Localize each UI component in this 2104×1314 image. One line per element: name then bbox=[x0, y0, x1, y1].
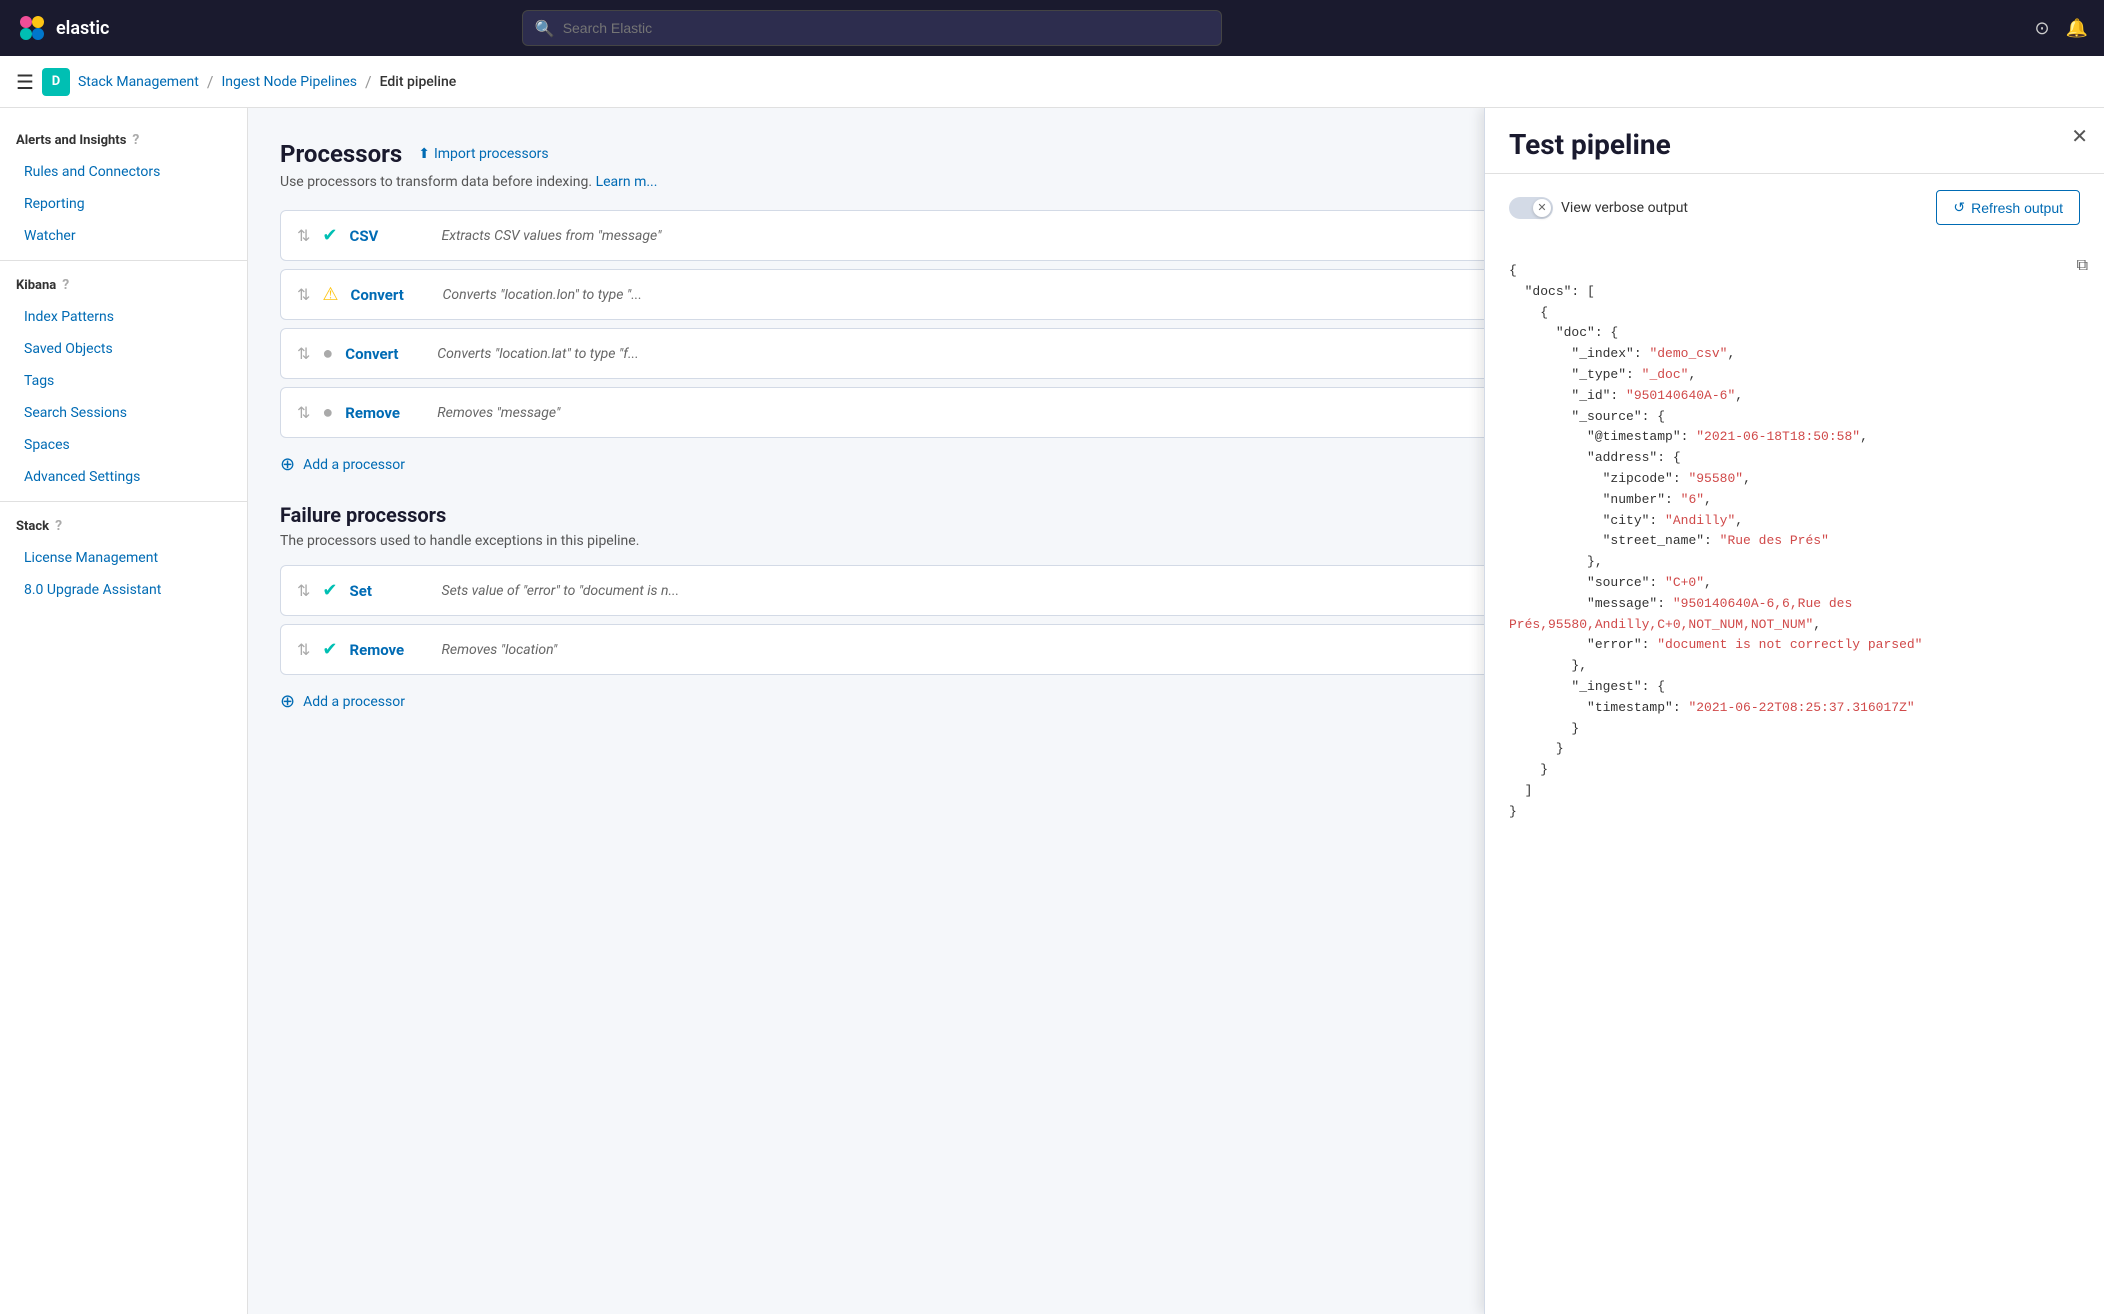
test-panel: ✕ Test pipeline ✕ View verbose output ↺ … bbox=[1484, 108, 2104, 1314]
sidebar-item-index-patterns[interactable]: Index Patterns bbox=[0, 301, 247, 333]
processor-desc-convert-1: Converts "location.lon" to type "... bbox=[443, 287, 642, 303]
main-content: Processors ⬆ Import processors Use proce… bbox=[248, 108, 2104, 1314]
sidebar: Alerts and Insights ? Rules and Connecto… bbox=[0, 108, 248, 1314]
add-icon: ⊕ bbox=[280, 454, 295, 475]
copy-button[interactable]: ⧉ bbox=[2077, 257, 2088, 275]
sidebar-item-spaces[interactable]: Spaces bbox=[0, 429, 247, 461]
drag-handle[interactable]: ⇅ bbox=[297, 226, 310, 245]
processor-name-convert-1[interactable]: Convert bbox=[351, 286, 431, 304]
sidebar-divider-2 bbox=[0, 501, 247, 502]
sidebar-section-alerts: Alerts and Insights ? Rules and Connecto… bbox=[0, 124, 247, 252]
sidebar-section-kibana: Kibana ? Index Patterns Saved Objects Ta… bbox=[0, 269, 247, 493]
nav-right: ⊙ 🔔 bbox=[2034, 18, 2088, 39]
close-panel-button[interactable]: ✕ bbox=[2071, 124, 2088, 149]
sidebar-section-stack: Stack ? License Management 8.0 Upgrade A… bbox=[0, 510, 247, 606]
processor-name-convert-2[interactable]: Convert bbox=[345, 345, 425, 363]
code-panel[interactable]: ⧉ { "docs": [ { "doc": { "_index": "demo… bbox=[1485, 241, 2104, 1314]
import-processors-link[interactable]: ⬆ Import processors bbox=[418, 146, 548, 162]
breadcrumb-stack-management[interactable]: Stack Management bbox=[78, 74, 199, 90]
toggle-x-icon: ✕ bbox=[1533, 199, 1551, 217]
breadcrumb-ingest-pipelines[interactable]: Ingest Node Pipelines bbox=[221, 74, 357, 90]
test-panel-header: Test pipeline bbox=[1485, 108, 2104, 174]
drag-handle[interactable]: ⇅ bbox=[297, 640, 310, 659]
sidebar-section-title-stack: Stack ? bbox=[0, 510, 247, 542]
sidebar-item-reporting[interactable]: Reporting bbox=[0, 188, 247, 220]
logo-text: elastic bbox=[56, 18, 109, 39]
processor-name-remove-location[interactable]: Remove bbox=[350, 641, 430, 659]
processor-name-remove[interactable]: Remove bbox=[345, 404, 425, 422]
processor-desc-remove: Removes "message" bbox=[437, 405, 560, 421]
verbose-toggle: ✕ View verbose output bbox=[1509, 197, 1688, 219]
add-icon-2: ⊕ bbox=[280, 691, 295, 712]
sidebar-item-saved-objects[interactable]: Saved Objects bbox=[0, 333, 247, 365]
sidebar-item-search-sessions[interactable]: Search Sessions bbox=[0, 397, 247, 429]
drag-handle[interactable]: ⇅ bbox=[297, 344, 310, 363]
breadcrumb-current: Edit pipeline bbox=[380, 74, 457, 90]
hamburger-menu[interactable]: ☰ bbox=[16, 70, 34, 94]
status-icon-success-set: ✔ bbox=[322, 580, 337, 601]
avatar[interactable]: D bbox=[42, 68, 70, 96]
refresh-icon: ↺ bbox=[1953, 199, 1965, 216]
stack-help-icon[interactable]: ? bbox=[55, 518, 62, 534]
learn-more-link[interactable]: Learn m... bbox=[596, 174, 658, 190]
sidebar-item-license[interactable]: License Management bbox=[0, 542, 247, 574]
status-icon-neutral-2: ● bbox=[322, 402, 333, 423]
status-icon-success-remove: ✔ bbox=[322, 639, 337, 660]
sidebar-item-rules[interactable]: Rules and Connectors bbox=[0, 156, 247, 188]
notifications-icon[interactable]: 🔔 bbox=[2066, 18, 2088, 39]
test-panel-title: Test pipeline bbox=[1509, 128, 2080, 161]
search-bar[interactable]: 🔍 bbox=[522, 10, 1222, 46]
sidebar-item-advanced-settings[interactable]: Advanced Settings bbox=[0, 461, 247, 493]
drag-handle[interactable]: ⇅ bbox=[297, 581, 310, 600]
help-icon[interactable]: ⊙ bbox=[2034, 18, 2049, 39]
sidebar-item-tags[interactable]: Tags bbox=[0, 365, 247, 397]
test-panel-toolbar: ✕ View verbose output ↺ Refresh output bbox=[1485, 174, 2104, 241]
sidebar-item-upgrade[interactable]: 8.0 Upgrade Assistant bbox=[0, 574, 247, 606]
status-icon-neutral: ● bbox=[322, 343, 333, 364]
sidebar-section-title-alerts: Alerts and Insights ? bbox=[0, 124, 247, 156]
drag-handle[interactable]: ⇅ bbox=[297, 285, 310, 304]
verbose-toggle-switch[interactable]: ✕ bbox=[1509, 197, 1553, 219]
upload-icon: ⬆ bbox=[418, 146, 430, 162]
drag-handle[interactable]: ⇅ bbox=[297, 403, 310, 422]
sidebar-item-watcher[interactable]: Watcher bbox=[0, 220, 247, 252]
alerts-help-icon[interactable]: ? bbox=[132, 132, 139, 148]
main-layout: Alerts and Insights ? Rules and Connecto… bbox=[0, 108, 2104, 1314]
search-icon: 🔍 bbox=[535, 19, 555, 38]
refresh-output-button[interactable]: ↺ Refresh output bbox=[1936, 190, 2080, 225]
sidebar-section-title-kibana: Kibana ? bbox=[0, 269, 247, 301]
breadcrumb-bar: ☰ D Stack Management / Ingest Node Pipel… bbox=[0, 56, 2104, 108]
status-icon-success: ✔ bbox=[322, 225, 337, 246]
processor-name-csv[interactable]: CSV bbox=[350, 227, 430, 245]
sidebar-divider-1 bbox=[0, 260, 247, 261]
processor-desc-set: Sets value of "error" to "document is n.… bbox=[442, 583, 680, 599]
processor-name-set[interactable]: Set bbox=[350, 582, 430, 600]
top-navigation: elastic 🔍 ⊙ 🔔 bbox=[0, 0, 2104, 56]
kibana-help-icon[interactable]: ? bbox=[62, 277, 69, 293]
elastic-logo[interactable]: elastic bbox=[16, 12, 109, 44]
processor-desc-csv: Extracts CSV values from "message" bbox=[442, 228, 662, 244]
processor-desc-convert-2: Converts "location.lat" to type "f... bbox=[437, 346, 638, 362]
processor-desc-remove-location: Removes "location" bbox=[442, 642, 558, 658]
status-icon-warning: ⚠ bbox=[322, 284, 338, 305]
search-input[interactable] bbox=[563, 20, 1209, 36]
